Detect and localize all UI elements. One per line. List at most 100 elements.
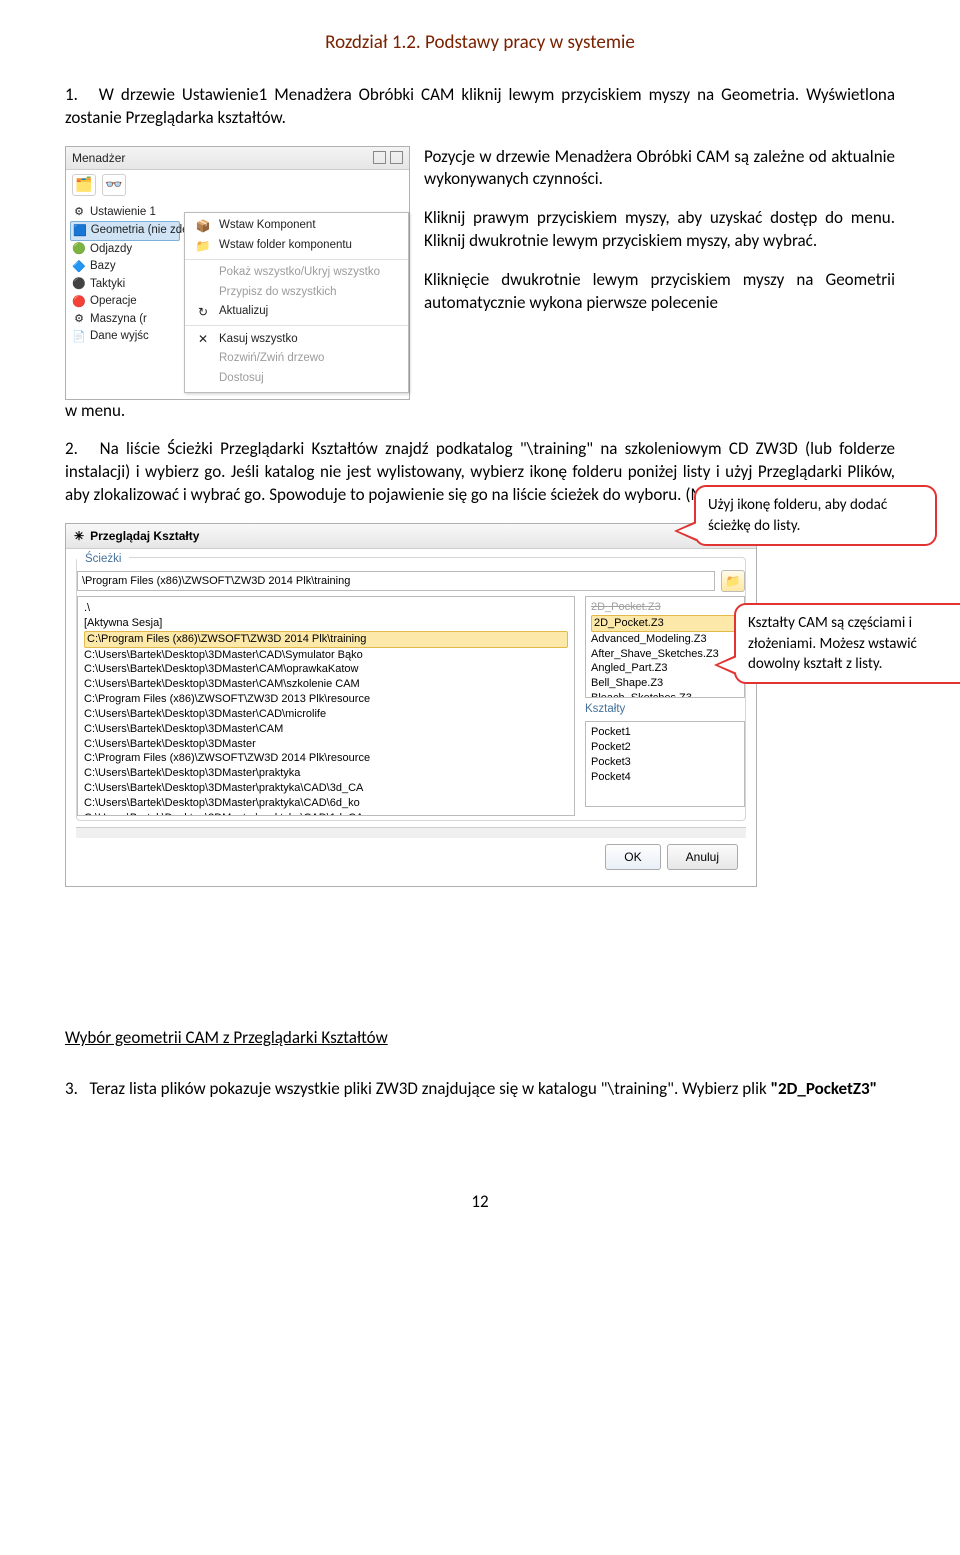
tree-icon: 📄 — [72, 330, 86, 345]
tree-icon: 🟦 — [73, 224, 87, 239]
tree-label: Taktyki — [90, 277, 125, 293]
paragraph-4a: w menu. — [65, 400, 895, 423]
file-item[interactable]: 2D_Pocket.Z3 — [591, 600, 739, 615]
module-icon[interactable]: 🗂️ — [72, 174, 96, 196]
menu-label: Aktualizuj — [219, 304, 268, 320]
tree-root[interactable]: ⚙ Ustawienie 1 — [70, 204, 180, 222]
path-list[interactable]: .\[Aktywna Sesja]C:\Program Files (x86)\… — [77, 596, 575, 816]
menu-separator — [185, 259, 408, 260]
menu-icon: 📦 — [195, 218, 211, 234]
callout-shapes: Kształty CAM są częściami i złożeniami. … — [734, 603, 960, 684]
menu-separator — [185, 325, 408, 326]
path-item[interactable]: C:\Users\Bartek\Desktop\3DMaster\praktyk… — [84, 781, 568, 796]
file-item[interactable]: 2D_Pocket.Z3 — [591, 615, 739, 632]
tree-item[interactable]: 🟢 Odjazdy — [70, 241, 180, 259]
path-item[interactable]: C:\Users\Bartek\Desktop\3DMaster\CAM — [84, 722, 568, 737]
current-path-input[interactable]: \Program Files (x86)\ZWSOFT\ZW3D 2014 Pl… — [77, 571, 715, 592]
file-list[interactable]: 2D_Pocket.Z32D_Pocket.Z3Advanced_Modelin… — [585, 596, 745, 698]
path-item[interactable]: C:\Program Files (x86)\ZWSOFT\ZW3D 2014 … — [84, 751, 568, 766]
menu-item: Rozwiń/Zwiń drzewo — [185, 349, 408, 369]
tree-label: Dane wyjśc — [90, 329, 149, 345]
shape-item[interactable]: Pocket1 — [591, 725, 739, 740]
context-menu[interactable]: 📦 Wstaw Komponent 📁 Wstaw folder komponentu… — [184, 212, 409, 393]
menu-item[interactable]: 📦 Wstaw Komponent — [185, 216, 408, 236]
menu-item: Przypisz do wszystkich — [185, 283, 408, 303]
path-item[interactable]: C:\Users\Bartek\Desktop\3DMaster\praktyk… — [84, 796, 568, 811]
tree-icon: 🟢 — [72, 242, 86, 257]
menu-label: Wstaw folder komponentu — [219, 238, 352, 254]
path-item[interactable]: C:\Users\Bartek\Desktop\3DMaster\CAD\Sym… — [84, 648, 568, 663]
menu-icon: 📁 — [195, 238, 211, 254]
manager-toolbar[interactable]: 🗂️ 👓 — [66, 170, 409, 200]
manager-tree[interactable]: ⚙ Ustawienie 1 🟦Geometria (nie zdefiniow… — [66, 200, 184, 399]
paragraph-4b: Kliknięcie dwukrotnie lewym przyciskiem … — [424, 269, 895, 315]
glasses-icon[interactable]: 👓 — [102, 174, 126, 196]
tree-label: Odjazdy — [90, 242, 132, 258]
tree-icon: 🔷 — [72, 260, 86, 275]
shape-browser: ✳ Przeglądaj Kształty Ścieżki \Program F… — [65, 523, 757, 887]
paragraph-3: Kliknij prawym przyciskiem myszy, aby uz… — [424, 207, 895, 253]
paragraph-1: 1. W drzewie Ustawienie1 Menadżera Obrób… — [65, 84, 895, 130]
shape-list[interactable]: Pocket1Pocket2Pocket3Pocket4 — [585, 721, 745, 807]
folder-icon: 📁 — [726, 573, 741, 589]
paragraph-6: 3. Teraz lista plików pokazuje wszystkie… — [65, 1078, 895, 1101]
shapes-label: Kształty — [585, 702, 745, 718]
tree-icon: 🔴 — [72, 295, 86, 310]
file-item[interactable]: Advanced_Modeling.Z3 — [591, 632, 739, 647]
callout-folder: Użyj ikonę folderu, aby dodać ścieżkę do… — [694, 485, 937, 546]
gear-icon: ⚙ — [72, 205, 86, 220]
browser-title: Przeglądaj Kształty — [90, 528, 199, 544]
menu-label: Przypisz do wszystkich — [219, 285, 337, 301]
tree-icon: ⚙ — [72, 312, 86, 327]
menu-label: Rozwiń/Zwiń drzewo — [219, 351, 324, 367]
tree-label: Geometria (nie zdefiniowano) — [91, 223, 184, 239]
menu-label: Wstaw Komponent — [219, 218, 316, 234]
manager-panel: Menadżer 🗂️ 👓 ⚙ Ustawienie 1 🟦Geometria … — [65, 146, 410, 400]
tree-item[interactable]: 📄 Dane wyjśc — [70, 328, 180, 346]
path-item[interactable]: C:\Users\Bartek\Desktop\3DMaster\CAM\opr… — [84, 662, 568, 677]
path-item[interactable]: C:\Program Files (x86)\ZWSOFT\ZW3D 2013 … — [84, 692, 568, 707]
tree-item[interactable]: 🔷 Bazy — [70, 258, 180, 276]
scrollbar[interactable] — [76, 827, 746, 838]
menu-label: Kasuj wszystko — [219, 332, 298, 348]
window-buttons[interactable] — [373, 151, 403, 164]
tree-item[interactable]: 🔴Operacje — [70, 293, 180, 311]
path-item[interactable]: C:\Users\Bartek\Desktop\3DMaster\praktyk… — [84, 811, 568, 816]
path-item[interactable]: C:\Users\Bartek\Desktop\3DMaster — [84, 737, 568, 752]
tree-item[interactable]: ⚙ Maszyna (r — [70, 311, 180, 329]
add-folder-button[interactable]: 📁 — [721, 570, 745, 592]
path-item[interactable]: [Aktywna Sesja] — [84, 616, 568, 631]
shape-item[interactable]: Pocket4 — [591, 770, 739, 785]
tree-item[interactable]: ⚫ Taktyki — [70, 276, 180, 294]
tree-label: Bazy — [90, 259, 116, 275]
menu-item[interactable]: 📁 Wstaw folder komponentu — [185, 236, 408, 256]
tree-icon: ⚫ — [72, 277, 86, 292]
path-item[interactable]: C:\Users\Bartek\Desktop\3DMaster\praktyk… — [84, 766, 568, 781]
chapter-header: Rozdział 1.2. Podstawy pracy w systemie — [65, 30, 895, 56]
menu-icon: ✕ — [195, 331, 211, 347]
paths-label: Ścieżki — [77, 552, 129, 568]
cancel-button[interactable]: Anuluj — [667, 844, 738, 870]
tree-item[interactable]: 🟦Geometria (nie zdefiniowano) — [70, 221, 180, 241]
menu-label: Dostosuj — [219, 371, 264, 387]
menu-icon: ↻ — [195, 304, 211, 320]
gear-icon: ✳ — [74, 528, 84, 544]
tree-label: Maszyna (r — [90, 312, 147, 328]
paragraph-2: Pozycje w drzewie Menadżera Obróbki CAM … — [424, 146, 895, 192]
menu-item[interactable]: ↻ Aktualizuj — [185, 302, 408, 322]
shape-item[interactable]: Pocket3 — [591, 755, 739, 770]
menu-item[interactable]: ✕ Kasuj wszystko — [185, 329, 408, 349]
path-item[interactable]: .\ — [84, 601, 568, 616]
shape-item[interactable]: Pocket2 — [591, 740, 739, 755]
ok-button[interactable]: OK — [605, 844, 660, 870]
path-item[interactable]: C:\Users\Bartek\Desktop\3DMaster\CAM\szk… — [84, 677, 568, 692]
page-number: 12 — [65, 1191, 895, 1214]
file-item[interactable]: Bleach_Sketches.Z3 — [591, 691, 739, 698]
manager-title: Menadżer — [72, 150, 125, 166]
path-item[interactable]: C:\Users\Bartek\Desktop\3DMaster\CAD\mic… — [84, 707, 568, 722]
figure-caption: Wybór geometrii CAM z Przeglądarki Kszta… — [65, 1027, 895, 1050]
path-item[interactable]: C:\Program Files (x86)\ZWSOFT\ZW3D 2014 … — [84, 631, 568, 648]
menu-item: Pokaż wszystko/Ukryj wszystko — [185, 263, 408, 283]
menu-label: Pokaż wszystko/Ukryj wszystko — [219, 265, 380, 281]
file-item[interactable]: Bell_Shape.Z3 — [591, 676, 739, 691]
